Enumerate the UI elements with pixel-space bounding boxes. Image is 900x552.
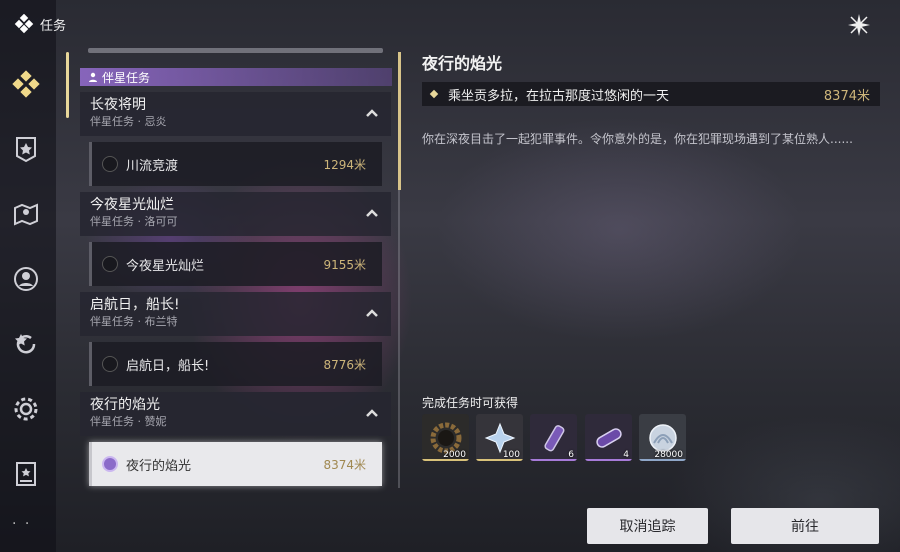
task-name: 夜行的焰光 <box>126 458 192 474</box>
group-subtitle: 伴星任务 · 布兰特 <box>90 315 178 328</box>
quest-list: 伴星任务 长夜将明 伴星任务 · 忌炎 川流竞渡 1294米 今夜星光灿烂 伴星… <box>80 44 392 486</box>
objective-text: 乘坐贡多拉，在拉古那度过悠闲的一天 <box>448 88 670 104</box>
task-status-icon <box>102 156 118 172</box>
group-subtitle: 伴星任务 · 洛可可 <box>90 215 178 228</box>
group-title: 启航日，船长! <box>90 297 180 313</box>
objective-row[interactable]: 乘坐贡多拉，在拉古那度过悠闲的一天 8374米 <box>422 82 880 106</box>
quest-task[interactable]: 今夜星光灿烂 9155米 <box>89 242 382 286</box>
reward-qty: 4 <box>623 450 629 460</box>
reward-item[interactable]: 2000 <box>422 414 469 461</box>
task-distance: 8776米 <box>323 357 366 372</box>
group-subtitle: 伴星任务 · 忌炎 <box>90 115 167 128</box>
reward-item[interactable]: 28000 <box>639 414 686 461</box>
group-title: 夜行的焰光 <box>90 397 160 413</box>
chevron-up-icon[interactable] <box>365 206 379 220</box>
more-indicator: · · <box>12 516 32 532</box>
nav-selection-indicator <box>66 52 69 118</box>
close-icon[interactable] <box>846 12 872 38</box>
reward-item[interactable]: 6 <box>530 414 577 461</box>
person-icon <box>89 72 97 82</box>
task-distance: 8374米 <box>323 457 366 472</box>
group-title: 今夜星光灿烂 <box>90 197 174 213</box>
go-button[interactable]: 前往 <box>731 508 879 544</box>
task-status-icon <box>102 356 118 372</box>
list-top-edge <box>88 48 383 53</box>
chevron-up-icon[interactable] <box>365 406 379 420</box>
objective-distance: 8374米 <box>823 88 870 104</box>
group-subtitle: 伴星任务 · 赞妮 <box>90 415 167 428</box>
detail-title: 夜行的焰光 <box>422 54 503 73</box>
quest-group[interactable]: 夜行的焰光 伴星任务 · 赞妮 <box>80 392 391 436</box>
quest-task[interactable]: 启航日，船长! 8776米 <box>89 342 382 386</box>
diamond-cluster-icon[interactable] <box>10 68 42 100</box>
companion-quest-icon <box>102 456 118 472</box>
quest-task-selected[interactable]: 夜行的焰光 8374米 <box>89 442 382 486</box>
quest-task[interactable]: 川流竞渡 1294米 <box>89 142 382 186</box>
category-label: 伴星任务 <box>102 70 151 85</box>
task-status-icon <box>102 256 118 272</box>
task-distance: 9155米 <box>323 257 366 272</box>
reward-qty: 100 <box>502 450 520 460</box>
reward-item[interactable]: 100 <box>476 414 523 461</box>
quest-group[interactable]: 今夜星光灿烂 伴星任务 · 洛可可 <box>80 192 391 236</box>
map-pin-icon[interactable] <box>10 198 42 230</box>
quest-group[interactable]: 长夜将明 伴星任务 · 忌炎 <box>80 92 391 136</box>
reward-qty: 2000 <box>443 450 466 460</box>
quest-group[interactable]: 启航日，船长! 伴星任务 · 布兰特 <box>80 292 391 336</box>
reward-qty: 28000 <box>654 450 683 460</box>
group-title: 长夜将明 <box>90 97 146 113</box>
gear-icon[interactable] <box>10 393 42 425</box>
task-name: 启航日，船长! <box>126 358 210 374</box>
task-name: 今夜星光灿烂 <box>126 258 205 274</box>
scroll-thumb[interactable] <box>398 52 401 190</box>
reward-qty: 6 <box>568 450 574 460</box>
page-title: 任务 <box>40 18 67 34</box>
card-icon[interactable] <box>10 458 42 490</box>
quest-detail: 夜行的焰光 乘坐贡多拉，在拉古那度过悠闲的一天 8374米 你在深夜目击了一起犯… <box>422 50 882 146</box>
rewards-label: 完成任务时可获得 <box>422 396 519 410</box>
task-name: 川流竞渡 <box>126 158 179 174</box>
star-refresh-icon[interactable] <box>10 328 42 360</box>
task-distance: 1294米 <box>323 157 366 172</box>
category-header: 伴星任务 <box>80 68 392 86</box>
header: 任务 <box>14 14 66 34</box>
reward-item[interactable]: 4 <box>585 414 632 461</box>
untrack-button[interactable]: 取消追踪 <box>587 508 708 544</box>
chevron-up-icon[interactable] <box>365 306 379 320</box>
chevron-up-icon[interactable] <box>365 106 379 120</box>
quest-description: 你在深夜目击了一起犯罪事件。令你意外的是，你在犯罪现场遇到了某位熟人...... <box>422 132 853 146</box>
companion-icon[interactable] <box>10 263 42 295</box>
objective-diamond-icon <box>429 89 439 99</box>
quest-logo-icon <box>14 14 34 34</box>
shield-banner-icon[interactable] <box>10 133 42 165</box>
